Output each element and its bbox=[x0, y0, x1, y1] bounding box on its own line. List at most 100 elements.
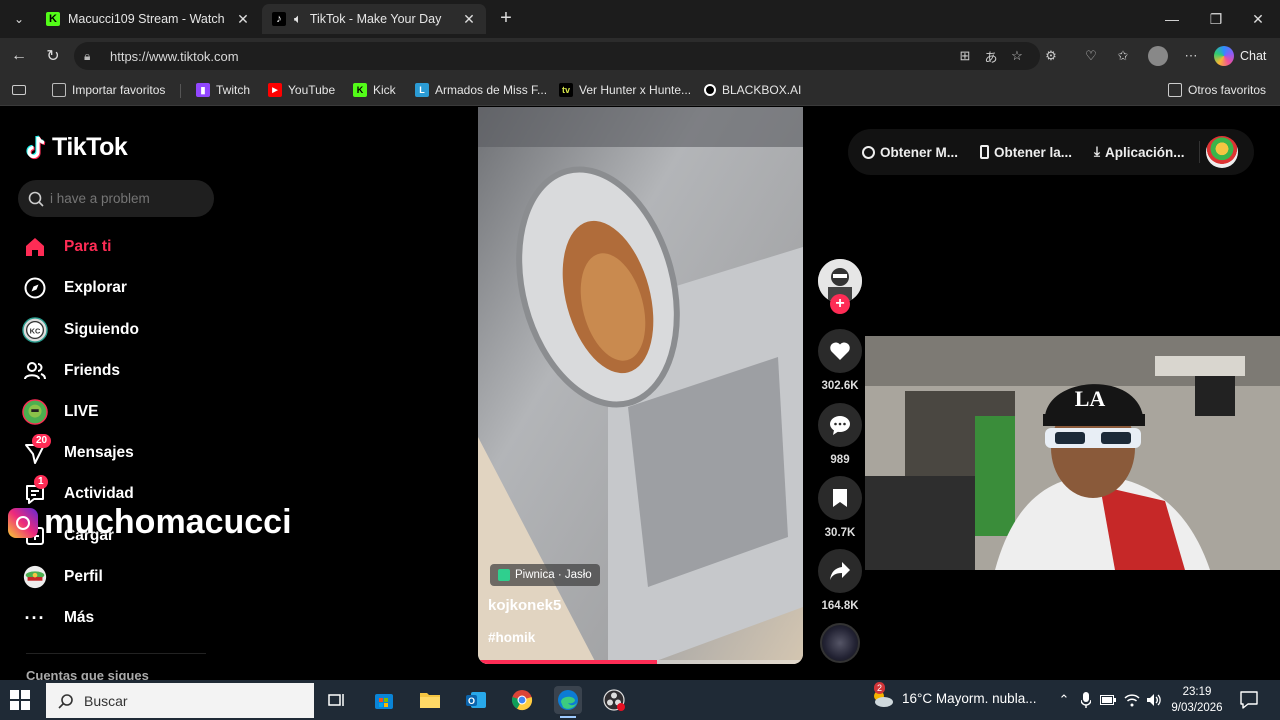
extensions-icon[interactable]: ⚙ bbox=[1042, 47, 1060, 65]
weather-widget[interactable]: 2 16°C Mayorm. nubla... bbox=[870, 682, 1036, 708]
edge-icon[interactable] bbox=[554, 686, 582, 718]
close-icon[interactable]: ✕ bbox=[236, 11, 250, 28]
nav-mensajes[interactable]: 20 Mensajes bbox=[22, 434, 134, 468]
volume-icon[interactable] bbox=[1146, 692, 1162, 708]
download-app-button[interactable]: ⤓ Aplicación... bbox=[1094, 144, 1185, 160]
nav-para-ti[interactable]: Para ti bbox=[22, 232, 111, 262]
get-coins-button[interactable]: Obtener M... bbox=[862, 145, 958, 160]
bookmark-armados[interactable]: L Armados de Miss F... bbox=[415, 82, 547, 98]
nav-label: LIVE bbox=[64, 403, 99, 420]
save-button[interactable] bbox=[818, 476, 862, 520]
close-icon[interactable]: ✕ bbox=[462, 11, 476, 28]
nav-label: Siguiendo bbox=[64, 321, 139, 338]
search-icon bbox=[58, 693, 73, 709]
tab-kick-stream[interactable]: K Macucci109 Stream - Watch Live o ✕ bbox=[36, 4, 260, 34]
minimize-button[interactable]: — bbox=[1150, 0, 1194, 38]
tab-tiktok[interactable]: ♪ 🔈︎ TikTok - Make Your Day ✕ bbox=[262, 4, 486, 34]
address-bar[interactable]: 🔒︎ https://www.tiktok.com bbox=[74, 42, 1040, 70]
video-player[interactable]: Piwnica · Jasło kojkonek5 #homik bbox=[478, 107, 803, 664]
nav-explorar[interactable]: Explorar bbox=[22, 273, 127, 303]
favorites-icon[interactable]: ✩ bbox=[1114, 47, 1132, 65]
share-button[interactable] bbox=[818, 549, 862, 593]
bookmark-import[interactable]: Importar favoritos bbox=[52, 82, 165, 98]
nav-label: Friends bbox=[64, 362, 120, 379]
task-view-icon[interactable] bbox=[323, 686, 351, 714]
share-count: 164.8K bbox=[821, 600, 859, 612]
comment-button[interactable] bbox=[818, 403, 862, 447]
tiktok-icon bbox=[26, 134, 46, 159]
bookmark-divider bbox=[180, 84, 181, 98]
nav-mas[interactable]: ··· Más bbox=[22, 603, 95, 633]
search-input[interactable] bbox=[50, 191, 210, 206]
nav-siguiendo[interactable]: KC Siguiendo bbox=[22, 315, 139, 345]
battery-icon[interactable] bbox=[1100, 692, 1116, 708]
refresh-button[interactable]: ↻ bbox=[40, 43, 66, 69]
search-icon[interactable] bbox=[28, 191, 44, 207]
nav-friends[interactable]: Friends bbox=[22, 356, 120, 386]
file-explorer-icon[interactable] bbox=[416, 686, 444, 714]
get-app-button[interactable]: Obtener la... bbox=[980, 145, 1072, 160]
bookmark-kick[interactable]: K Kick bbox=[353, 82, 396, 98]
bookmark-youtube[interactable]: ▶ YouTube bbox=[268, 82, 335, 98]
top-action-label: Obtener M... bbox=[880, 144, 959, 160]
music-disc[interactable] bbox=[820, 623, 860, 663]
system-clock[interactable]: 23:19 9/03/2026 bbox=[1168, 684, 1226, 716]
favorites-bar: Importar favoritos ▮ Twitch ▶ YouTube K … bbox=[0, 74, 1280, 106]
video-hashtag[interactable]: #homik bbox=[488, 630, 535, 645]
taskbar-search[interactable]: Buscar bbox=[46, 683, 314, 718]
bookmark-hunter[interactable]: tv Ver Hunter x Hunte... bbox=[559, 82, 691, 98]
nav-live[interactable]: LIVE bbox=[22, 397, 98, 427]
coin-icon bbox=[862, 145, 875, 159]
microphone-icon[interactable] bbox=[1078, 692, 1094, 708]
nav-perfil[interactable]: Perfil bbox=[22, 562, 103, 592]
heart-icon bbox=[830, 342, 850, 360]
live-avatar-icon bbox=[22, 399, 48, 425]
outlook-icon[interactable]: O bbox=[462, 686, 490, 714]
more-menu-icon[interactable]: ⋯ bbox=[1182, 47, 1200, 65]
top-action-label: Aplicación... bbox=[1105, 144, 1185, 160]
app-available-icon[interactable]: ⊞ bbox=[956, 47, 974, 65]
restore-button[interactable]: ❐ bbox=[1194, 0, 1238, 38]
bookmark-twitch[interactable]: ▮ Twitch bbox=[196, 82, 250, 98]
weather-alert-badge: 2 bbox=[874, 682, 886, 694]
favorites-bar-toggle-icon[interactable] bbox=[12, 82, 26, 98]
bookmark-label: Otros favoritos bbox=[1188, 83, 1267, 97]
browser-essentials-icon[interactable]: ♡ bbox=[1082, 47, 1100, 65]
video-progress-bar[interactable] bbox=[478, 660, 803, 664]
bookmark-blackbox[interactable]: BLACKBOX.AI bbox=[704, 82, 801, 98]
microsoft-store-icon[interactable] bbox=[370, 686, 398, 714]
tab-actions-menu[interactable]: ⌄ bbox=[6, 6, 32, 32]
location-tag[interactable]: Piwnica · Jasło bbox=[490, 564, 600, 586]
back-button[interactable]: ← bbox=[6, 43, 32, 69]
follow-button[interactable]: + bbox=[830, 294, 850, 314]
video-actions: + 302.6K 989 30.7K 164.8K bbox=[812, 107, 868, 680]
copilot-icon bbox=[1214, 46, 1234, 66]
tiktok-logo[interactable]: TikTok bbox=[26, 133, 128, 162]
chrome-icon[interactable] bbox=[508, 686, 536, 714]
video-progress-fill bbox=[478, 660, 657, 664]
speaker-icon[interactable]: 🔈︎ bbox=[294, 11, 302, 27]
search-box[interactable] bbox=[18, 180, 214, 217]
obs-recording-icon[interactable] bbox=[600, 686, 628, 714]
like-button[interactable] bbox=[818, 329, 862, 373]
sidebar-divider bbox=[26, 653, 206, 654]
kick-icon: K bbox=[353, 83, 367, 97]
favorite-star-icon[interactable]: ☆ bbox=[1008, 47, 1026, 65]
lock-icon[interactable]: 🔒︎ bbox=[84, 49, 100, 64]
copilot-chat-button[interactable]: Chat bbox=[1214, 44, 1266, 68]
close-window-button[interactable]: ✕ bbox=[1236, 0, 1280, 38]
notification-center-icon[interactable] bbox=[1240, 691, 1258, 709]
message-count-badge: 20 bbox=[32, 434, 52, 448]
chevron-up-icon[interactable]: ⌃ bbox=[1056, 692, 1072, 708]
nav-label: Explorar bbox=[64, 279, 127, 296]
nav-label: Perfil bbox=[64, 568, 103, 585]
windows-start-icon[interactable] bbox=[10, 690, 30, 710]
wifi-icon[interactable] bbox=[1124, 692, 1140, 708]
video-author[interactable]: kojkonek5 bbox=[488, 597, 561, 614]
new-tab-button[interactable]: + bbox=[494, 7, 518, 31]
translate-icon[interactable]: あ bbox=[982, 47, 1000, 65]
user-avatar[interactable] bbox=[1206, 136, 1238, 168]
profile-icon[interactable] bbox=[1148, 46, 1168, 66]
other-favorites[interactable]: Otros favoritos bbox=[1168, 82, 1266, 98]
tab-strip: ⌄ K Macucci109 Stream - Watch Live o ✕ ♪… bbox=[0, 0, 1280, 38]
